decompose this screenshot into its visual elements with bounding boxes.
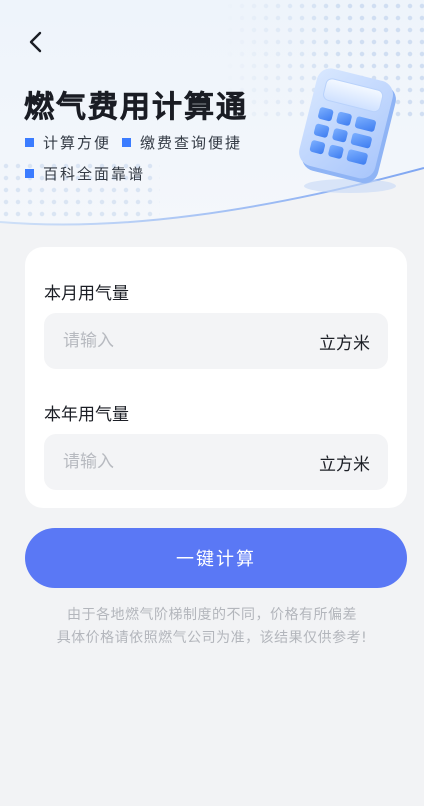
bullet-square-icon (122, 138, 131, 147)
bullet-square-icon (25, 169, 34, 178)
feature-label: 百科全面靠谱 (43, 165, 146, 183)
page-title: 燃气费用计算通 (24, 90, 248, 126)
feature-item: 计算方便 (25, 132, 111, 153)
disclaimer-line-1: 由于各地燃气阶梯制度的不同，价格有所偏差 (67, 607, 357, 623)
yearly-usage-label: 本年用气量 (44, 405, 129, 425)
monthly-usage-label: 本月用气量 (44, 284, 129, 304)
feature-item: 百科全面靠谱 (25, 163, 145, 184)
calculator-icon (299, 68, 396, 193)
calculator-illustration (288, 68, 408, 202)
disclaimer-line-2: 具体价格请依照燃气公司为准，该结果仅供参考! (56, 630, 368, 646)
monthly-usage-field[interactable]: 立方米 (44, 313, 388, 369)
calculate-button[interactable]: 一键计算 (25, 528, 407, 588)
yearly-usage-field[interactable]: 立方米 (44, 434, 388, 490)
input-card: 本月用气量 立方米 本年用气量 立方米 (25, 247, 407, 508)
bullet-square-icon (25, 138, 34, 147)
monthly-usage-input[interactable] (63, 331, 263, 351)
chevron-left-icon (29, 31, 42, 53)
yearly-usage-input[interactable] (63, 452, 263, 472)
yearly-usage-unit: 立方米 (319, 454, 370, 475)
monthly-usage-unit: 立方米 (319, 333, 370, 354)
hero-banner: 燃气费用计算通 计算方便 缴费查询便捷 百科全面靠谱 (0, 0, 424, 230)
feature-label: 缴费查询便捷 (140, 134, 243, 152)
feature-label: 计算方便 (43, 134, 112, 152)
back-button[interactable] (22, 28, 50, 56)
feature-item: 缴费查询便捷 (122, 132, 242, 153)
